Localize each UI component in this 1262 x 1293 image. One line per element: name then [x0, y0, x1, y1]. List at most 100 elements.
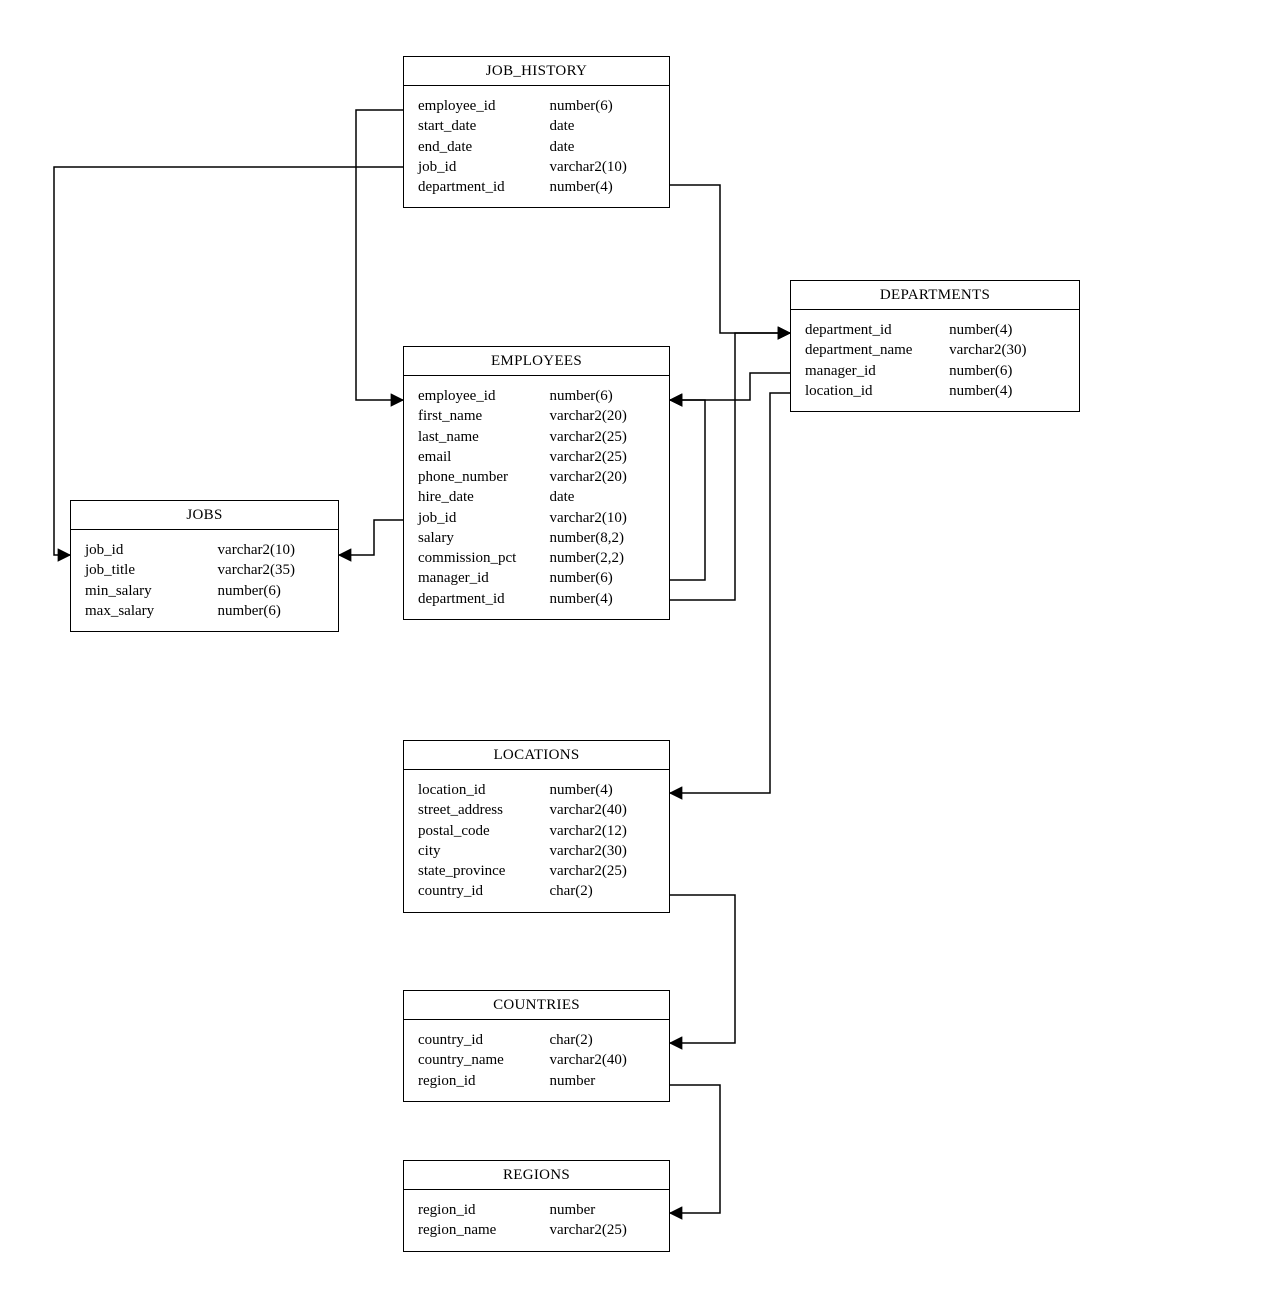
entity-job-history: JOB_HISTORY employee_idnumber(6) start_d…	[403, 56, 670, 208]
table-row: last_namevarchar2(25)	[418, 427, 657, 447]
table-row: region_idnumber	[418, 1071, 657, 1091]
col-name: last_name	[418, 427, 549, 447]
col-type: varchar2(25)	[549, 861, 657, 881]
table-row: country_namevarchar2(40)	[418, 1050, 657, 1070]
table-row: min_salarynumber(6)	[85, 581, 326, 601]
entity-countries: COUNTRIES country_idchar(2) country_name…	[403, 990, 670, 1102]
col-name: department_id	[418, 177, 549, 197]
col-type: varchar2(10)	[549, 508, 657, 528]
col-type: number(4)	[549, 589, 657, 609]
table-row: commission_pctnumber(2,2)	[418, 548, 657, 568]
table-row: hire_datedate	[418, 487, 657, 507]
col-type: number(8,2)	[549, 528, 657, 548]
col-type: char(2)	[549, 881, 657, 901]
col-type: varchar2(25)	[549, 447, 657, 467]
col-type: char(2)	[549, 1030, 657, 1050]
table-row: manager_idnumber(6)	[805, 361, 1067, 381]
col-type: number	[549, 1200, 657, 1220]
table-row: job_idvarchar2(10)	[418, 508, 657, 528]
table-row: department_idnumber(4)	[418, 589, 657, 609]
col-name: job_id	[418, 508, 549, 528]
col-type: varchar2(40)	[549, 800, 657, 820]
entity-body: location_idnumber(4) street_addressvarch…	[404, 770, 669, 912]
entity-body: country_idchar(2) country_namevarchar2(4…	[404, 1020, 669, 1101]
col-name: max_salary	[85, 601, 218, 621]
table-row: employee_idnumber(6)	[418, 386, 657, 406]
col-name: job_id	[85, 540, 218, 560]
table-row: first_namevarchar2(20)	[418, 406, 657, 426]
entity-title: LOCATIONS	[404, 741, 669, 770]
entity-body: employee_idnumber(6) start_datedate end_…	[404, 86, 669, 207]
col-name: end_date	[418, 137, 549, 157]
entity-body: job_idvarchar2(10) job_titlevarchar2(35)…	[71, 530, 338, 631]
table-row: job_titlevarchar2(35)	[85, 560, 326, 580]
col-type: date	[549, 487, 657, 507]
col-name: region_name	[418, 1220, 549, 1240]
table-row: start_datedate	[418, 116, 657, 136]
col-type: number(6)	[549, 96, 657, 116]
table-row: location_idnumber(4)	[805, 381, 1067, 401]
table-row: region_idnumber	[418, 1200, 657, 1220]
table-row: department_idnumber(4)	[418, 177, 657, 197]
entity-title: COUNTRIES	[404, 991, 669, 1020]
col-name: start_date	[418, 116, 549, 136]
col-name: commission_pct	[418, 548, 549, 568]
table-row: end_datedate	[418, 137, 657, 157]
col-name: state_province	[418, 861, 549, 881]
col-name: region_id	[418, 1071, 549, 1091]
col-type: number(4)	[949, 381, 1067, 401]
table-row: phone_numbervarchar2(20)	[418, 467, 657, 487]
col-type: varchar2(10)	[218, 540, 326, 560]
col-name: manager_id	[805, 361, 949, 381]
col-name: department_id	[418, 589, 549, 609]
table-row: manager_idnumber(6)	[418, 568, 657, 588]
entity-title: EMPLOYEES	[404, 347, 669, 376]
table-row: employee_idnumber(6)	[418, 96, 657, 116]
table-row: location_idnumber(4)	[418, 780, 657, 800]
table-row: department_namevarchar2(30)	[805, 340, 1067, 360]
er-diagram: JOB_HISTORY employee_idnumber(6) start_d…	[0, 0, 1262, 1293]
col-name: city	[418, 841, 549, 861]
col-name: employee_id	[418, 386, 549, 406]
entity-employees: EMPLOYEES employee_idnumber(6) first_nam…	[403, 346, 670, 620]
col-name: region_id	[418, 1200, 549, 1220]
table-row: job_idvarchar2(10)	[418, 157, 657, 177]
table-row: emailvarchar2(25)	[418, 447, 657, 467]
table-row: country_idchar(2)	[418, 1030, 657, 1050]
entity-body: region_idnumber region_namevarchar2(25)	[404, 1190, 669, 1251]
col-name: first_name	[418, 406, 549, 426]
col-name: job_id	[418, 157, 549, 177]
col-type: varchar2(25)	[549, 427, 657, 447]
col-type: number(6)	[949, 361, 1067, 381]
table-row: postal_codevarchar2(12)	[418, 821, 657, 841]
col-name: country_name	[418, 1050, 549, 1070]
col-name: manager_id	[418, 568, 549, 588]
entity-departments: DEPARTMENTS department_idnumber(4) depar…	[790, 280, 1080, 412]
col-type: number(6)	[218, 601, 326, 621]
col-name: email	[418, 447, 549, 467]
entity-title: JOB_HISTORY	[404, 57, 669, 86]
col-type: number(6)	[549, 386, 657, 406]
col-name: country_id	[418, 1030, 549, 1050]
col-name: department_name	[805, 340, 949, 360]
table-row: region_namevarchar2(25)	[418, 1220, 657, 1240]
col-name: country_id	[418, 881, 549, 901]
col-type: number	[549, 1071, 657, 1091]
col-name: job_title	[85, 560, 218, 580]
col-name: street_address	[418, 800, 549, 820]
entity-regions: REGIONS region_idnumber region_namevarch…	[403, 1160, 670, 1252]
table-row: department_idnumber(4)	[805, 320, 1067, 340]
entity-title: REGIONS	[404, 1161, 669, 1190]
col-type: number(4)	[949, 320, 1067, 340]
entity-title: JOBS	[71, 501, 338, 530]
col-type: date	[549, 137, 657, 157]
col-type: date	[549, 116, 657, 136]
col-type: number(2,2)	[549, 548, 657, 568]
entity-body: department_idnumber(4) department_nameva…	[791, 310, 1079, 411]
table-row: salarynumber(8,2)	[418, 528, 657, 548]
table-row: cityvarchar2(30)	[418, 841, 657, 861]
col-type: varchar2(40)	[549, 1050, 657, 1070]
col-type: varchar2(20)	[549, 467, 657, 487]
col-name: hire_date	[418, 487, 549, 507]
col-type: varchar2(10)	[549, 157, 657, 177]
